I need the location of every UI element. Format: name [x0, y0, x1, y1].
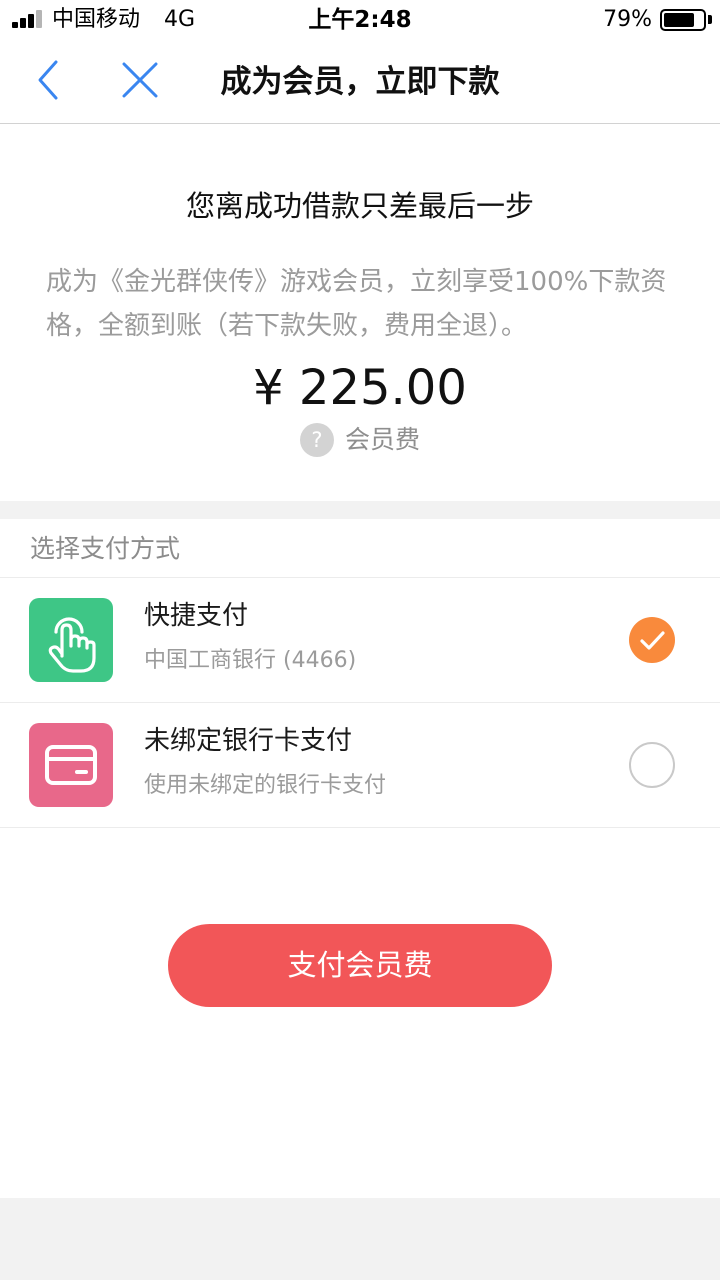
payment-option-name: 未绑定银行卡支付 [144, 726, 353, 756]
payment-option-detail: 使用未绑定的银行卡支付 [144, 773, 387, 798]
hero-heading: 您离成功借款只差最后一步 [185, 189, 534, 223]
battery-icon [660, 9, 706, 31]
help-icon[interactable]: ? [299, 423, 334, 457]
fee-label: 会员费 [344, 425, 420, 454]
payment-method-title: 选择支付方式 [30, 534, 181, 563]
section-divider [0, 501, 720, 519]
payment-method-header: 选择支付方式 [0, 519, 720, 578]
fee-amount: ¥ 225.00 [253, 360, 467, 416]
radio-checked-icon[interactable] [629, 617, 675, 663]
payment-option-detail: 中国工商银行 (4466) [144, 648, 357, 673]
pay-membership-fee-button[interactable]: 支付会员费 [168, 924, 552, 1007]
battery-fill [664, 13, 694, 27]
checkmark-icon [640, 631, 665, 650]
fee-row[interactable]: ? 会员费 [0, 420, 720, 460]
radio-unchecked-icon[interactable] [629, 742, 675, 788]
page-title: 成为会员，立即下款 [220, 64, 500, 100]
battery-percent: 79% [603, 7, 652, 32]
bottom-background [0, 1198, 720, 1280]
payment-option-name: 快捷支付 [144, 601, 249, 631]
status-bar: 中国移动 4G 上午2:48 79% [0, 0, 720, 40]
payment-option-quick-pay[interactable]: 快捷支付 中国工商银行 (4466) [0, 578, 720, 703]
battery-tip [708, 15, 712, 24]
nav-bar: 成为会员，立即下款 [0, 40, 720, 124]
tap-hand-icon [29, 598, 113, 682]
bank-card-icon [29, 723, 113, 807]
membership-summary: 您离成功借款只差最后一步 成为《金光群侠传》游戏会员，立刻享受100%下款资格，… [0, 124, 720, 501]
payment-option-unbound-card[interactable]: 未绑定银行卡支付 使用未绑定的银行卡支付 [0, 703, 720, 828]
hero-description: 成为《金光群侠传》游戏会员，立刻享受100%下款资格，全额到账（若下款失败，费用… [46, 267, 667, 341]
